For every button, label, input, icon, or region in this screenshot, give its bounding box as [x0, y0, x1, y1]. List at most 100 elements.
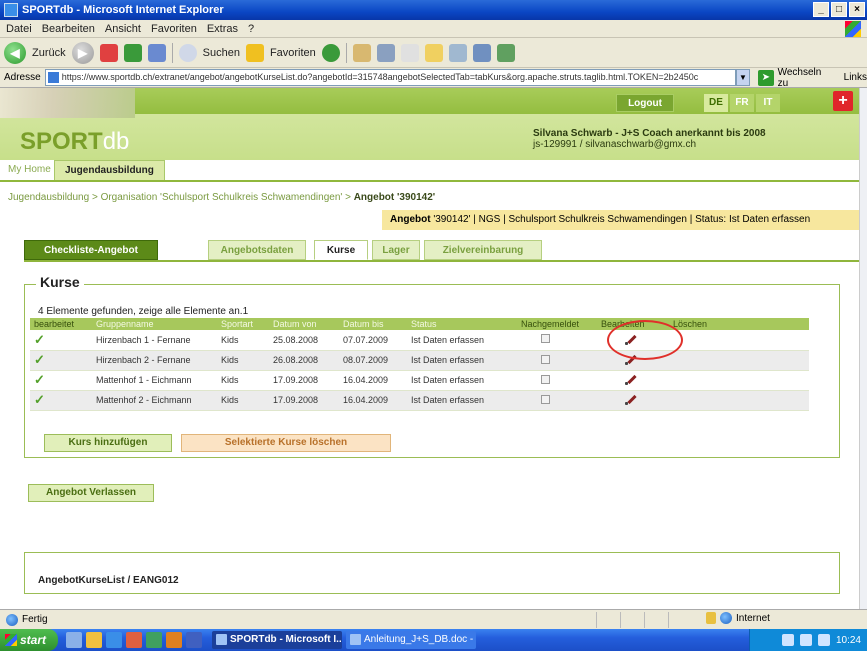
window-title: SPORTdb - Microsoft Internet Explorer [22, 4, 224, 16]
cell-datum-von: 17.09.2008 [269, 370, 339, 391]
home-icon[interactable] [147, 43, 166, 62]
cell-datum-bis: 07.07.2009 [339, 330, 407, 351]
cell-datum-bis: 16.04.2009 [339, 390, 407, 411]
tab-lager[interactable]: Lager [372, 240, 420, 260]
tab-kurse[interactable]: Kurse [314, 240, 368, 260]
edit-pencil-icon[interactable] [625, 373, 637, 385]
word-icon[interactable] [186, 632, 202, 648]
menu-favoriten[interactable]: Favoriten [151, 23, 197, 35]
address-label: Adresse [4, 72, 41, 83]
go-arrow-icon[interactable]: ➤ [757, 69, 774, 86]
address-input[interactable]: https://www.sportdb.ch/extranet/angebot/… [44, 69, 737, 86]
refresh-icon[interactable] [123, 43, 142, 62]
minimize-button[interactable]: _ [813, 2, 829, 17]
menu-bearbeiten[interactable]: Bearbeiten [42, 23, 95, 35]
go-button-label[interactable]: Wechseln zu [778, 67, 834, 89]
status-divider [620, 612, 621, 628]
table-row: ✓ Mattenhof 1 - Eichmann Kids 17.09.2008… [30, 370, 809, 391]
cell-status: Ist Daten erfassen [407, 390, 517, 411]
cell-datum-bis: 08.07.2009 [339, 350, 407, 371]
status-bar: Fertig Internet [0, 609, 867, 629]
breadcrumb-path[interactable]: Jugendausbildung > Organisation 'Schulsp… [8, 192, 351, 203]
favorites-button-label[interactable]: Favoriten [270, 47, 316, 59]
col-sportart[interactable]: Sportart [217, 318, 269, 330]
col-bearbeitet[interactable]: bearbeitet [30, 318, 92, 330]
vertical-scrollbar[interactable] [859, 88, 867, 609]
add-course-button[interactable]: Kurs hinzufügen [44, 434, 172, 452]
forward-arrow-icon[interactable]: ▶ [71, 41, 94, 64]
maximize-button[interactable]: □ [831, 2, 847, 17]
tray-volume-icon[interactable] [817, 634, 830, 646]
menu-extras[interactable]: Extras [207, 23, 238, 35]
cell-sportart: Kids [217, 350, 269, 371]
messenger-icon[interactable] [472, 43, 491, 62]
taskbar-item-anleitung[interactable]: Anleitung_J+S_DB.doc - ... [346, 631, 476, 649]
search-button-label[interactable]: Suchen [203, 47, 240, 59]
browser-toolbar: ◀ Zurück ▶ Suchen Favoriten [0, 38, 867, 68]
checklist-angebot-button[interactable]: Checkliste-Angebot [24, 240, 158, 260]
network-icon[interactable] [496, 43, 515, 62]
stop-icon[interactable] [99, 43, 118, 62]
col-status[interactable]: Status [407, 318, 517, 330]
edit-icon[interactable] [400, 43, 419, 62]
address-bar: Adresse https://www.sportdb.ch/extranet/… [0, 67, 867, 89]
explorer-icon[interactable] [86, 632, 102, 648]
delete-selected-courses-button[interactable]: Selektierte Kurse löschen [181, 434, 391, 452]
tray-help-icon[interactable] [781, 634, 794, 646]
nav-my-home[interactable]: My Home [8, 164, 51, 175]
address-dropdown-button[interactable]: ▼ [736, 69, 750, 86]
nachgemeldet-checkbox[interactable] [541, 334, 550, 344]
nachgemeldet-checkbox[interactable] [541, 394, 550, 404]
col-datum-bis[interactable]: Datum bis [339, 318, 407, 330]
back-button-label[interactable]: Zurück [32, 47, 66, 59]
col-datum-von[interactable]: Datum von [269, 318, 339, 330]
edit-pencil-icon[interactable] [625, 393, 637, 405]
quicklaunch-icon[interactable] [126, 632, 142, 648]
research-icon[interactable] [448, 43, 467, 62]
tab-underline [24, 260, 859, 262]
site-header: SPORTdb Logout DE FR IT + Silvana Schwar… [0, 88, 859, 160]
edited-check-icon: ✓ [30, 350, 92, 371]
history-icon[interactable] [321, 43, 340, 62]
toolbar-separator [171, 42, 173, 63]
leave-angebot-button[interactable]: Angebot Verlassen [28, 484, 154, 502]
folder-icon[interactable] [424, 43, 443, 62]
lock-icon [706, 612, 716, 624]
cell-status: Ist Daten erfassen [407, 370, 517, 391]
links-label[interactable]: Links [844, 72, 867, 83]
address-url: https://www.sportdb.ch/extranet/angebot/… [61, 72, 699, 82]
lang-fr-button[interactable]: FR [730, 94, 754, 112]
tray-network-icon[interactable] [799, 634, 812, 646]
show-desktop-icon[interactable] [66, 632, 82, 648]
favorites-star-icon[interactable] [245, 43, 264, 62]
print-icon[interactable] [376, 43, 395, 62]
nachgemeldet-checkbox[interactable] [541, 354, 550, 364]
mail-icon[interactable] [352, 43, 371, 62]
search-icon[interactable] [178, 43, 197, 62]
sportdb-logo[interactable]: SPORTdb [20, 128, 129, 156]
nav-jugendausbildung[interactable]: Jugendausbildung [54, 160, 165, 180]
tab-zielvereinbarung[interactable]: Zielvereinbarung [424, 240, 542, 260]
nachgemeldet-checkbox[interactable] [541, 374, 550, 384]
tab-angebotsdaten[interactable]: Angebotsdaten [208, 240, 306, 260]
taskbar-item-sportdb[interactable]: SPORTdb - Microsoft I... [212, 631, 342, 649]
start-button[interactable]: start [0, 629, 58, 651]
cell-status: Ist Daten erfassen [407, 330, 517, 351]
logout-button[interactable]: Logout [616, 94, 674, 112]
menu-help[interactable]: ? [248, 23, 254, 35]
close-button[interactable]: × [849, 2, 865, 17]
cell-datum-von: 25.08.2008 [269, 330, 339, 351]
back-arrow-icon[interactable]: ◀ [4, 41, 26, 64]
excel-icon[interactable] [146, 632, 162, 648]
lang-de-button[interactable]: DE [704, 94, 728, 112]
menu-datei[interactable]: Datei [6, 23, 32, 35]
outlook-icon[interactable] [166, 632, 182, 648]
table-row: ✓ Mattenhof 2 - Eichmann Kids 17.09.2008… [30, 390, 809, 411]
js-logo-icon: + [833, 91, 853, 111]
edited-check-icon: ✓ [30, 330, 92, 351]
lang-it-button[interactable]: IT [756, 94, 780, 112]
col-gruppenname[interactable]: Gruppenname [92, 318, 217, 330]
ie-icon[interactable] [106, 632, 122, 648]
breadcrumb: Jugendausbildung > Organisation 'Schulsp… [8, 192, 435, 203]
menu-ansicht[interactable]: Ansicht [105, 23, 141, 35]
